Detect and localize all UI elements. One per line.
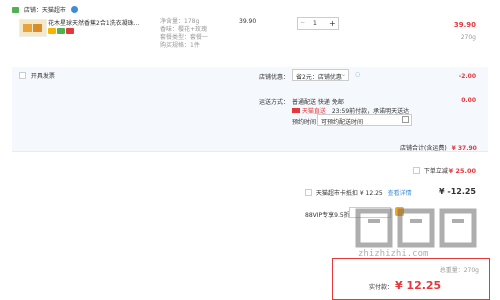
- chat-icon[interactable]: [70, 6, 78, 13]
- unit-price: 39.90: [239, 18, 257, 25]
- store-total: 店铺合计(含运费) ¥ 37.90: [400, 143, 477, 152]
- store-header: 店铺：天猫超市: [12, 5, 78, 14]
- coupon-checkbox[interactable]: [413, 167, 420, 174]
- quantity-stepper[interactable]: − 1 +: [297, 17, 339, 30]
- watermark: zhizhizhi.com: [350, 205, 490, 265]
- tag-icon-tmall: [66, 28, 74, 34]
- invoice-checkbox[interactable]: [19, 72, 26, 79]
- store-total-label: 店铺合计(含运费): [400, 145, 447, 152]
- promo-info-icon[interactable]: ◌: [355, 71, 360, 78]
- coupon-value: - ¥ 25.00: [443, 167, 476, 175]
- promo-value: 省2元：店铺优惠: [296, 74, 342, 81]
- pay-row: 实付款： ¥ 12.25: [369, 279, 441, 292]
- qty-minus-button[interactable]: −: [300, 19, 305, 26]
- card-value: ¥ -12.25: [439, 187, 476, 196]
- delivery-amount: 0.00: [461, 97, 476, 104]
- product-thumbnail[interactable]: [19, 19, 47, 37]
- pay-value: ¥ 12.25: [394, 279, 442, 292]
- promo-amount: -2.00: [458, 73, 476, 80]
- attr-scent: 香味：樱花+玫瑰: [160, 26, 208, 33]
- order-options: [12, 67, 488, 151]
- appoint-time-select[interactable]: 可预约配送时间: [317, 114, 412, 126]
- delivery-mode: 普通配送 快递 免邮: [292, 99, 344, 106]
- appoint-value: 可预约配送时间: [321, 119, 364, 126]
- total-weight: 总重量：270g: [439, 267, 479, 274]
- chevron-down-icon: ⌄: [340, 71, 346, 78]
- store-name[interactable]: 店铺：天猫超市: [24, 7, 66, 14]
- item-weight: 270g: [460, 34, 476, 41]
- store-icon: [12, 6, 19, 13]
- tag-icon-guarantee: [57, 28, 65, 34]
- promo-label: 店铺优惠：: [259, 74, 290, 81]
- attr-count: 购买规格：1件: [160, 42, 200, 49]
- tmall-delivery-icon: [292, 108, 300, 113]
- product-attrs: 净含量：178g 香味：樱花+玫瑰 套餐类型：套餐一 购买规格：1件: [160, 18, 208, 50]
- card-detail-link[interactable]: 查看详情: [388, 190, 412, 197]
- card-label: 天猫超市卡抵扣 ¥ 12.25: [315, 190, 383, 197]
- calendar-icon: [402, 116, 409, 123]
- vip-label: 88VIP专享9.5折: [305, 212, 350, 219]
- store-total-value: ¥ 37.90: [451, 145, 477, 152]
- delivery-label: 运送方式：: [259, 99, 290, 106]
- attr-weight: 净含量：178g: [160, 18, 200, 25]
- invoice-label: 开具发票: [30, 73, 55, 80]
- item-row: 花木星球天然香蕉2合1洗衣凝珠... 净含量：178g 香味：樱花+玫瑰 套餐类…: [12, 15, 488, 51]
- item-subtotal: 39.90: [453, 21, 476, 29]
- card-checkbox[interactable]: [305, 189, 312, 196]
- product-title[interactable]: 花木星球天然香蕉2合1洗衣凝珠...: [48, 18, 168, 27]
- service-tags: [48, 28, 75, 36]
- qty-plus-button[interactable]: +: [329, 19, 336, 28]
- coupon-row: 下单立减: [413, 166, 448, 175]
- invoice-option[interactable]: 开具发票: [19, 71, 55, 80]
- product-image-icon: [23, 24, 42, 32]
- tag-icon-7day: [48, 28, 56, 34]
- attr-package: 套餐类型：套餐一: [160, 34, 209, 41]
- qty-input[interactable]: 1: [313, 20, 317, 27]
- pay-label: 实付款：: [369, 284, 394, 291]
- card-row: 天猫超市卡抵扣 ¥ 12.25 查看详情: [305, 188, 412, 197]
- promo-select[interactable]: 省2元：店铺优惠 ⌄: [292, 69, 349, 81]
- watermark-text: zhizhizhi.com: [358, 249, 429, 259]
